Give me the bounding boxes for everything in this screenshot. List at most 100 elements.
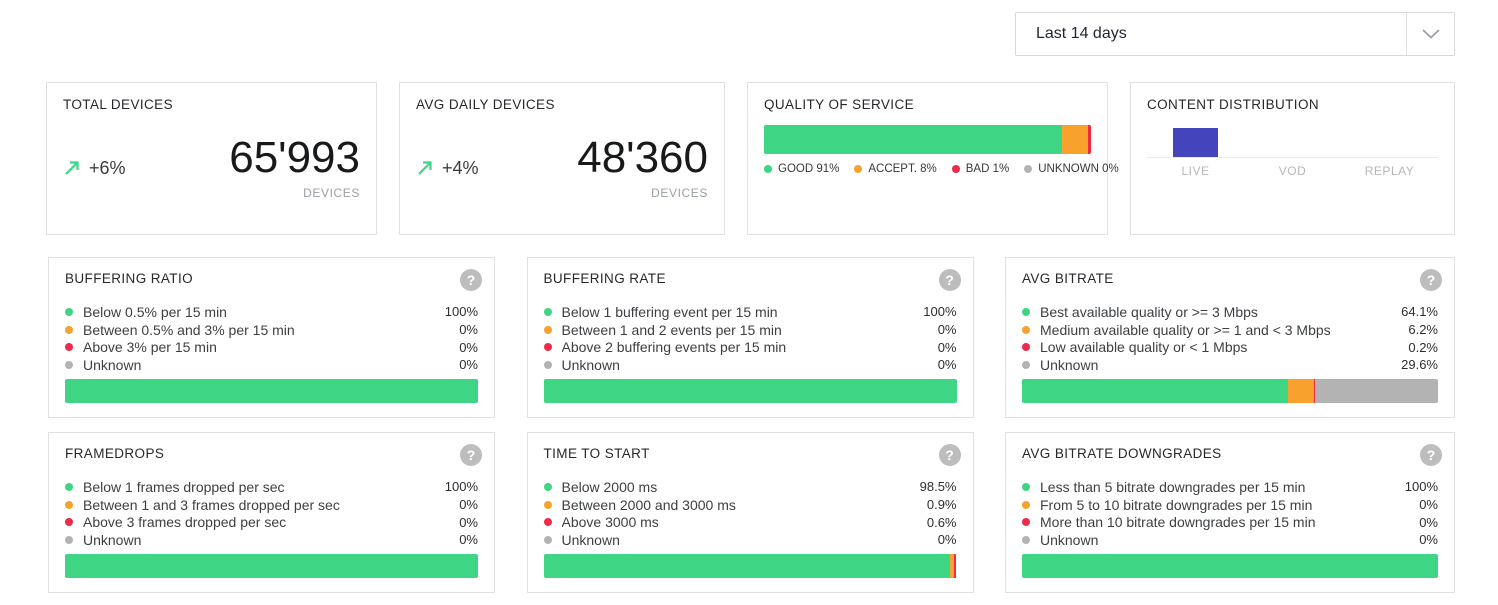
qos-distribution-bar [764,125,1091,154]
bar-segment-good [65,554,478,578]
legend-value: 0% [414,497,478,512]
legend-row: Below 0.5% per 15 min 100% [65,303,478,321]
legend-label: Below 0.5% per 15 min [83,304,414,320]
legend-dot-icon [1022,361,1030,369]
legend-item-good: GOOD 91% [764,163,839,175]
date-range-value: Last 14 days [1016,13,1406,55]
qos-segment-acceptable [1062,125,1088,154]
bar-segment-unknown [1315,379,1438,403]
legend-dot-icon [544,483,552,491]
qos-segment-bad [1088,125,1091,154]
card-time-to-start: TIME TO START ? Below 2000 ms 98.5% Betw… [527,432,974,593]
legend-label: ACCEPT. 8% [868,163,936,175]
legend-label: Above 3% per 15 min [83,339,414,355]
dashboard-page: Last 14 days TOTAL DEVICES +6% 65'993 DE… [0,0,1498,605]
card-avg-bitrate: AVG BITRATE ? Best available quality or … [1005,257,1455,418]
card-title: QUALITY OF SERVICE [764,97,1091,112]
legend-value: 29.6% [1374,357,1438,372]
legend-dot-icon [1022,308,1030,316]
legend-label: GOOD 91% [778,163,839,175]
legend-value: 0% [414,322,478,337]
legend-label: Above 2 buffering events per 15 min [562,339,893,355]
help-icon[interactable]: ? [1420,269,1442,291]
legend-row: Between 1 and 2 events per 15 min 0% [544,321,957,339]
legend-dot-icon [544,343,552,351]
legend-row: Above 3 frames dropped per sec 0% [65,513,478,531]
legend-row: Below 2000 ms 98.5% [544,478,957,496]
distribution-bar [1022,379,1438,403]
legend-dot-icon [1022,501,1030,509]
legend-label: UNKNOWN 0% [1038,163,1119,175]
trend-indicator: +4% [416,158,479,179]
legend-row: Between 2000 and 3000 ms 0.9% [544,496,957,514]
legend-dot-icon [1022,483,1030,491]
legend-dot-icon [544,308,552,316]
distribution-bar [65,554,478,578]
card-avg-daily-devices: AVG DAILY DEVICES +4% 48'360 DEVICES [399,82,725,235]
legend-row: Best available quality or >= 3 Mbps 64.1… [1022,303,1438,321]
bar-segment-good [1022,379,1288,403]
card-title: BUFFERING RATIO [65,271,193,286]
legend-label: BAD 1% [966,163,1009,175]
help-icon[interactable]: ? [1420,444,1442,466]
legend-dot-icon [65,501,73,509]
metric-legend: Less than 5 bitrate downgrades per 15 mi… [1022,478,1438,549]
legend-value: 0.2% [1374,340,1438,355]
legend-value: 0% [414,357,478,372]
trend-value: +4% [442,158,479,179]
help-icon[interactable]: ? [460,444,482,466]
legend-row: Less than 5 bitrate downgrades per 15 mi… [1022,478,1438,496]
help-icon[interactable]: ? [939,444,961,466]
legend-row: Unknown 0% [65,531,478,549]
legend-dot-icon [65,343,73,351]
help-icon[interactable]: ? [460,269,482,291]
legend-label: Unknown [83,532,414,548]
metrics-row-1: BUFFERING RATIO ? Below 0.5% per 15 min … [48,257,1455,418]
card-buffering-rate: BUFFERING RATE ? Below 1 buffering event… [527,257,974,418]
chart-baseline [1147,157,1438,158]
axis-label-vod: VOD [1244,164,1341,178]
legend-row: Above 2 buffering events per 15 min 0% [544,338,957,356]
legend-dot-icon [65,361,73,369]
legend-value: 6.2% [1374,322,1438,337]
metrics-row-2: FRAMEDROPS ? Below 1 frames dropped per … [48,432,1455,593]
card-total-devices: TOTAL DEVICES +6% 65'993 DEVICES [46,82,377,235]
legend-item-bad: BAD 1% [952,163,1009,175]
legend-item-unknown: UNKNOWN 0% [1024,163,1119,175]
metric-legend: Best available quality or >= 3 Mbps 64.1… [1022,303,1438,374]
legend-dot-icon [544,326,552,334]
metric-legend: Below 1 frames dropped per sec 100% Betw… [65,478,478,549]
legend-dot-icon [1022,326,1030,334]
qos-segment-good [764,125,1062,154]
legend-label: Between 1 and 2 events per 15 min [562,322,893,338]
legend-value: 0.9% [893,497,957,512]
legend-value: 100% [893,304,957,319]
legend-value: 100% [414,304,478,319]
legend-row: Unknown 29.6% [1022,356,1438,374]
legend-dot-icon [65,518,73,526]
card-title: TOTAL DEVICES [63,97,360,112]
date-range-dropdown[interactable]: Last 14 days [1015,12,1455,56]
legend-dot-icon [544,361,552,369]
metric-legend: Below 1 buffering event per 15 min 100% … [544,303,957,374]
distribution-bar [544,379,957,403]
bar-column-vod [1244,127,1341,157]
legend-row: Below 1 buffering event per 15 min 100% [544,303,957,321]
legend-value: 100% [414,479,478,494]
legend-label: Unknown [562,357,893,373]
distribution-bar [1022,554,1438,578]
legend-dot-icon [1022,343,1030,351]
bar-segment-medium [1288,379,1314,403]
legend-label: From 5 to 10 bitrate downgrades per 15 m… [1040,497,1374,513]
legend-label: Below 1 buffering event per 15 min [562,304,893,320]
content-distribution-chart: LIVE VOD REPLAY [1147,127,1438,178]
distribution-bar [65,379,478,403]
legend-row: Unknown 0% [544,356,957,374]
legend-label: Unknown [83,357,414,373]
legend-label: Between 0.5% and 3% per 15 min [83,322,414,338]
legend-value: 0% [414,515,478,530]
qos-legend: GOOD 91% ACCEPT. 8% BAD 1% UNKNOWN 0% [764,163,1091,175]
legend-row: Unknown 0% [1022,531,1438,549]
legend-value: 0.6% [893,515,957,530]
help-icon[interactable]: ? [939,269,961,291]
